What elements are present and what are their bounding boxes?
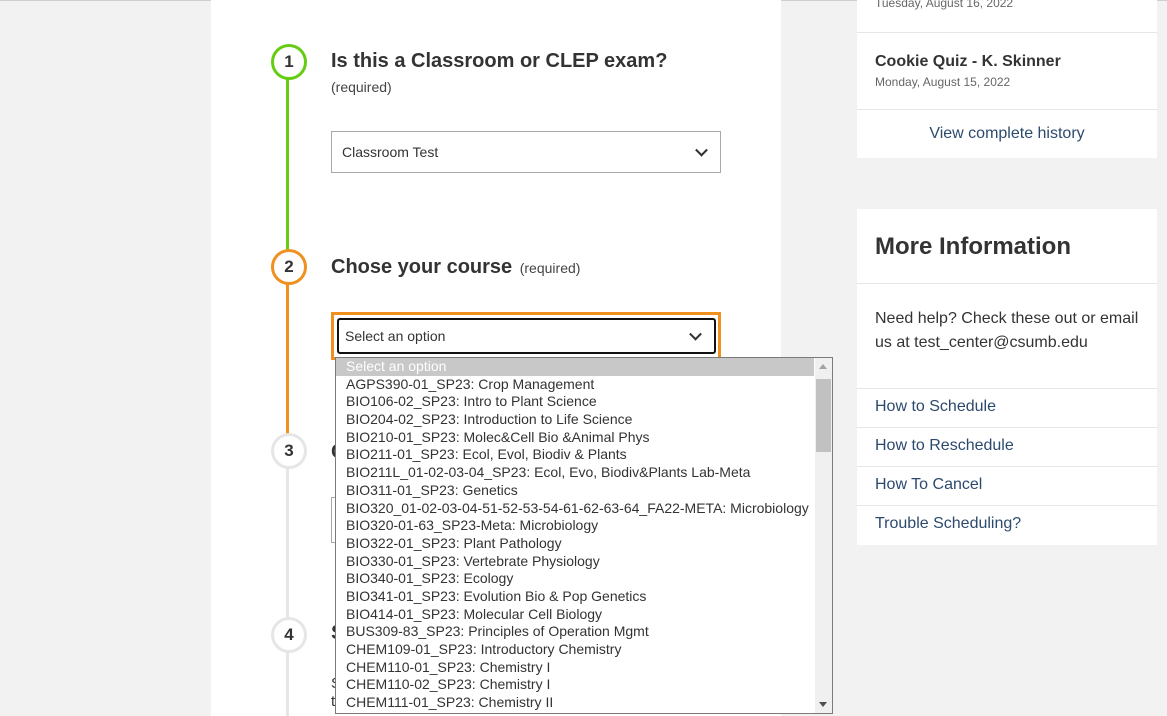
step-3-connector [286, 466, 289, 618]
step-2-title-text: Chose your course [331, 256, 513, 278]
divider [857, 283, 1157, 284]
course-option[interactable]: BIO341-01_SP23: Evolution Bio & Pop Gene… [336, 588, 814, 606]
course-option[interactable]: BIO320-01-63_SP23-Meta: Microbiology [336, 517, 814, 535]
exam-type-select[interactable]: Classroom Test [331, 131, 721, 173]
dropdown-scrollbar[interactable] [815, 358, 832, 713]
divider [857, 505, 1157, 506]
course-option[interactable]: BIO204-02_SP23: Introduction to Life Sci… [336, 411, 814, 429]
step-1-number: 1 [284, 52, 294, 71]
history-item-title: Cookie Quiz - K. Skinner [875, 53, 1061, 70]
course-option[interactable]: BIO211-01_SP23: Ecol, Evol, Biodiv & Pla… [336, 446, 814, 464]
chevron-down-icon [695, 143, 708, 157]
history-prev-date: Tuesday, August 16, 2022 [875, 0, 1014, 10]
course-option[interactable]: AGPS390-01_SP23: Crop Management [336, 376, 814, 394]
course-option[interactable]: CHEM109-01_SP23: Introductory Chemistry [336, 641, 814, 659]
exam-type-value: Classroom Test [342, 144, 439, 160]
divider [857, 109, 1157, 110]
how-to-cancel-link[interactable]: How To Cancel [875, 476, 982, 494]
history-item-date: Monday, August 15, 2022 [875, 75, 1011, 89]
chevron-down-icon [689, 327, 702, 341]
step-3-circle: 3 [271, 433, 307, 469]
step-4-circle: 4 [271, 617, 307, 653]
step-4-number: 4 [284, 625, 294, 644]
course-option[interactable]: BIO340-01_SP23: Ecology [336, 570, 814, 588]
course-option[interactable]: BIO311-01_SP23: Genetics [336, 482, 814, 500]
step-2-circle: 2 [271, 249, 307, 285]
course-option[interactable]: CHEM111-01_SP23: Chemistry II [336, 694, 814, 712]
step-1-required: (required) [331, 79, 392, 95]
course-select[interactable]: Select an option [337, 318, 716, 354]
step-2-required: (required) [519, 260, 581, 276]
trouble-scheduling-link[interactable]: Trouble Scheduling? [875, 515, 1021, 533]
more-info-card: More Information Need help? Check these … [857, 209, 1157, 545]
course-option[interactable]: CHEM110-01_SP23: Chemistry I [336, 659, 814, 677]
course-option[interactable]: CHEM110-02_SP23: Chemistry I [336, 676, 814, 694]
course-option[interactable]: BIO414-01_SP23: Molecular Cell Biology [336, 606, 814, 624]
step-1-connector [286, 77, 289, 250]
course-option[interactable]: BIO320_01-02-03-04-51-52-53-54-61-62-63-… [336, 500, 814, 518]
course-option[interactable]: BIO330-01_SP23: Vertebrate Physiology [336, 553, 814, 571]
scroll-up-icon[interactable] [819, 364, 827, 369]
course-option[interactable]: BIO106-02_SP23: Intro to Plant Science [336, 393, 814, 411]
page: 1 Is this a Classroom or CLEP exam? (req… [0, 0, 1167, 716]
step-4-connector [286, 650, 289, 716]
divider [857, 388, 1157, 389]
course-option[interactable]: BIO322-01_SP23: Plant Pathology [336, 535, 814, 553]
step-1-circle: 1 [271, 44, 307, 80]
divider [857, 427, 1157, 428]
how-to-schedule-link[interactable]: How to Schedule [875, 398, 996, 416]
course-option[interactable]: Select an option [336, 358, 814, 376]
step-2-connector [286, 283, 289, 435]
scroll-thumb[interactable] [816, 379, 831, 452]
step-2-number: 2 [284, 257, 294, 276]
step-2-title: Chose your course (required) [331, 256, 580, 279]
more-info-title: More Information [875, 233, 1071, 260]
scroll-down-icon[interactable] [819, 702, 827, 707]
course-option[interactable]: BIO210-01_SP23: Molec&Cell Bio &Animal P… [336, 429, 814, 447]
divider [857, 466, 1157, 467]
step-1-title: Is this a Classroom or CLEP exam? [331, 50, 668, 72]
course-option[interactable]: BIO211L_01-02-03-04_SP23: Ecol, Evo, Bio… [336, 464, 814, 482]
more-info-text: Need help? Check these out or email us a… [875, 310, 1139, 351]
view-history-link[interactable]: View complete history [857, 125, 1157, 143]
step-3-number: 3 [284, 441, 294, 460]
course-select-value: Select an option [345, 328, 446, 344]
divider [857, 32, 1157, 33]
how-to-reschedule-link[interactable]: How to Reschedule [875, 437, 1014, 455]
course-options: Select an option AGPS390-01_SP23: Crop Ma… [336, 358, 814, 712]
course-dropdown-list[interactable]: Select an option AGPS390-01_SP23: Crop Ma… [335, 357, 833, 714]
test-history-card: Tuesday, August 16, 2022 Cookie Quiz - K… [857, 0, 1157, 158]
course-option[interactable]: BUS309-83_SP23: Principles of Operation … [336, 623, 814, 641]
